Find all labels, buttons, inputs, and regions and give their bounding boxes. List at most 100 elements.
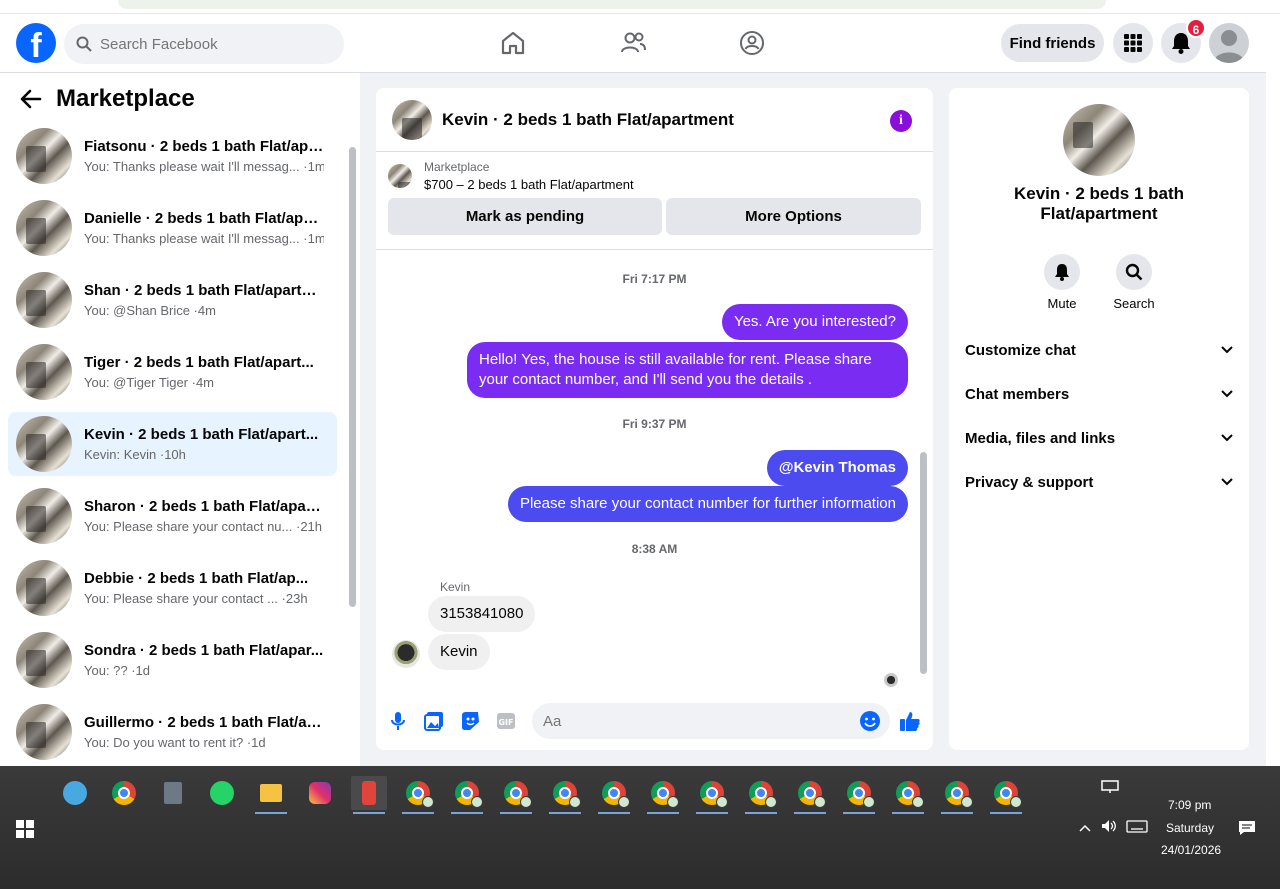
menu-grid-icon[interactable] bbox=[1113, 23, 1153, 63]
chrome-window-icon[interactable] bbox=[596, 776, 632, 814]
media-files-links-row[interactable]: Media, files and links bbox=[965, 426, 1233, 450]
customize-chat-row[interactable]: Customize chat bbox=[965, 338, 1233, 362]
whatsapp-icon[interactable] bbox=[204, 776, 240, 810]
search-label: Search bbox=[1113, 296, 1155, 311]
profile-avatar[interactable] bbox=[1209, 23, 1249, 63]
tray-chevron-up-icon[interactable] bbox=[1079, 821, 1091, 835]
conversation-item[interactable]: Debbie · 2 beds 1 bath Flat/ap... You: Pl… bbox=[8, 556, 337, 620]
conversation-item[interactable]: Kevin · 2 beds 1 bath Flat/apart... Kevin… bbox=[8, 412, 337, 476]
outgoing-message[interactable]: Yes. Are you interested? bbox=[721, 304, 908, 340]
photo-icon[interactable] bbox=[423, 710, 445, 732]
instagram-icon[interactable] bbox=[302, 776, 338, 810]
clock-day[interactable]: Saturday bbox=[1166, 821, 1214, 835]
search-icon bbox=[76, 36, 92, 52]
conversation-item[interactable]: Tiger · 2 beds 1 bath Flat/apart... You: … bbox=[8, 340, 337, 404]
conversation-preview: You: Do you want to rent it? ·1d bbox=[84, 735, 266, 750]
chrome-window-icon[interactable] bbox=[792, 776, 828, 814]
chrome-window-icon[interactable] bbox=[449, 776, 485, 814]
clock-date[interactable]: 24/01/2026 bbox=[1161, 843, 1221, 857]
gif-icon[interactable]: GIF bbox=[495, 710, 517, 732]
conversation-preview: You: Please share your contact nu... ·21… bbox=[84, 519, 323, 534]
outgoing-message[interactable]: Please share your contact number for fur… bbox=[507, 486, 908, 522]
incoming-message[interactable]: 3153841080 bbox=[428, 596, 536, 632]
read-receipt-avatar bbox=[884, 673, 898, 687]
message-input[interactable] bbox=[532, 703, 890, 739]
chrome-window-icon[interactable] bbox=[547, 776, 583, 814]
windows-start-icon[interactable] bbox=[16, 820, 34, 843]
conversation-item[interactable]: Guillermo · 2 beds 1 bath Flat/ap... You:… bbox=[8, 700, 337, 764]
app-icon[interactable] bbox=[57, 776, 93, 810]
row-label: Media, files and links bbox=[965, 429, 1116, 447]
listing-thumbnail bbox=[16, 128, 72, 184]
mute-button[interactable]: Mute bbox=[1032, 254, 1092, 311]
back-arrow-icon[interactable] bbox=[20, 89, 42, 109]
find-friends-button[interactable]: Find friends bbox=[1001, 24, 1104, 62]
outgoing-message[interactable]: Hello! Yes, the house is still available… bbox=[467, 342, 908, 398]
conversation-preview: You: @Shan Brice ·4m bbox=[84, 303, 216, 318]
like-thumbs-up-icon[interactable] bbox=[899, 710, 921, 732]
listing-small-thumbnail bbox=[388, 164, 412, 188]
network-display-icon[interactable] bbox=[1101, 780, 1119, 797]
chat-panel: Kevin · 2 beds 1 bath Flat/apartment i M… bbox=[376, 88, 933, 750]
chrome-window-icon[interactable] bbox=[939, 776, 975, 814]
chevron-down-icon bbox=[1221, 390, 1233, 398]
chat-members-row[interactable]: Chat members bbox=[965, 382, 1233, 406]
mark-as-pending-button[interactable]: Mark as pending bbox=[388, 198, 662, 235]
chat-scrollbar[interactable] bbox=[917, 252, 929, 684]
friends-icon[interactable] bbox=[617, 26, 649, 60]
notification-center-icon[interactable] bbox=[1238, 820, 1256, 839]
sticker-icon[interactable] bbox=[459, 710, 481, 732]
chevron-down-icon bbox=[1221, 434, 1233, 442]
clock-time[interactable]: 7:09 pm bbox=[1168, 798, 1211, 812]
conversation-title: Guillermo · 2 beds 1 bath Flat/ap... bbox=[84, 714, 324, 731]
address-bar[interactable] bbox=[118, 0, 1106, 9]
conversation-item[interactable]: Fiatsonu · 2 beds 1 bath Flat/apa... You:… bbox=[8, 124, 337, 188]
home-icon[interactable] bbox=[497, 26, 529, 60]
conversation-item[interactable]: Danielle · 2 beds 1 bath Flat/apa... You:… bbox=[8, 196, 337, 260]
privacy-support-row[interactable]: Privacy & support bbox=[965, 470, 1233, 494]
chrome-window-icon[interactable] bbox=[743, 776, 779, 814]
conversation-item[interactable]: Sharon · 2 beds 1 bath Flat/apart... You:… bbox=[8, 484, 337, 548]
search-conversation-button[interactable]: Search bbox=[1104, 254, 1164, 311]
conversation-title: Sondra · 2 beds 1 bath Flat/apar... bbox=[84, 642, 324, 659]
info-icon[interactable]: i bbox=[890, 110, 912, 132]
incoming-message[interactable]: Kevin bbox=[428, 634, 490, 670]
svg-text:GIF: GIF bbox=[498, 718, 513, 727]
chrome-window-icon[interactable] bbox=[988, 776, 1024, 814]
calculator-icon[interactable] bbox=[155, 776, 191, 810]
groups-icon[interactable] bbox=[736, 26, 768, 60]
keyboard-icon[interactable] bbox=[1126, 820, 1148, 836]
page-scrollbar[interactable] bbox=[1266, 14, 1280, 766]
conversation-item[interactable]: Shan · 2 beds 1 bath Flat/apartm... You: … bbox=[8, 268, 337, 332]
browser-icon[interactable] bbox=[106, 776, 142, 810]
chrome-window-icon[interactable] bbox=[645, 776, 681, 814]
conversation-item[interactable]: Sondra · 2 beds 1 bath Flat/apar... You: … bbox=[8, 628, 337, 692]
more-options-button[interactable]: More Options bbox=[666, 198, 921, 235]
listing-thumbnail bbox=[16, 200, 72, 256]
conversation-preview: You: Thanks please wait I'll messag... ·… bbox=[84, 231, 324, 246]
sidebar-scrollbar[interactable] bbox=[347, 137, 357, 667]
active-app-icon[interactable] bbox=[351, 776, 387, 814]
bell-icon bbox=[1055, 264, 1069, 281]
file-explorer-icon[interactable] bbox=[253, 776, 289, 814]
browser-strip bbox=[0, 0, 1280, 14]
chrome-window-icon[interactable] bbox=[694, 776, 730, 814]
sender-avatar[interactable] bbox=[392, 640, 420, 668]
chrome-window-icon[interactable] bbox=[841, 776, 877, 814]
outgoing-mention-message[interactable]: @Kevin Thomas bbox=[766, 450, 908, 486]
conversation-preview: You: Thanks please wait I'll messag... ·… bbox=[84, 159, 324, 174]
timestamp: Fri 7:17 PM bbox=[622, 272, 687, 286]
volume-icon[interactable] bbox=[1101, 819, 1117, 836]
page-title: Marketplace bbox=[56, 85, 195, 112]
message-thread: Fri 7:17 PM Yes. Are you interested? Hel… bbox=[376, 252, 933, 687]
microphone-icon[interactable] bbox=[387, 710, 409, 732]
search-input[interactable] bbox=[100, 35, 320, 53]
chrome-window-icon[interactable] bbox=[498, 776, 534, 814]
chrome-window-icon[interactable] bbox=[890, 776, 926, 814]
sidebar-header: Marketplace bbox=[20, 85, 195, 113]
listing-price[interactable]: $700 – 2 beds 1 bath Flat/apartment bbox=[424, 177, 634, 192]
search-box[interactable] bbox=[64, 24, 344, 64]
chrome-window-icon[interactable] bbox=[400, 776, 436, 814]
emoji-icon[interactable] bbox=[859, 710, 881, 732]
facebook-logo-icon[interactable]: f bbox=[16, 23, 56, 65]
